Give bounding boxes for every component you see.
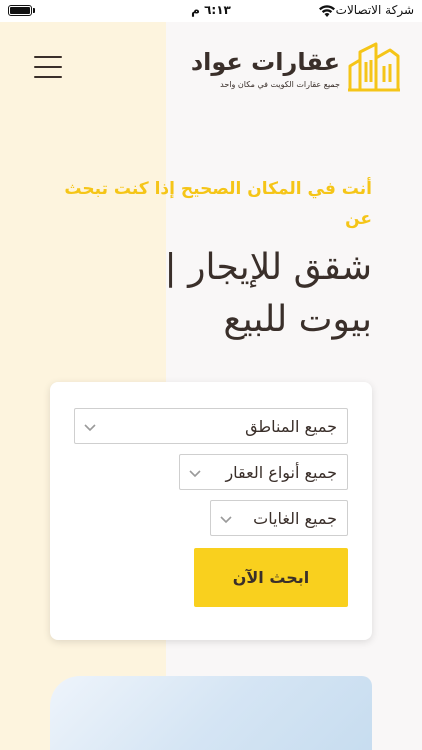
chevron-down-icon [220, 516, 232, 524]
chevron-down-icon [84, 424, 96, 432]
wifi-icon [319, 5, 335, 17]
menu-line-icon [34, 56, 62, 58]
hamburger-menu-button[interactable] [34, 56, 62, 78]
buildings-logo-icon [348, 42, 400, 92]
site-logo[interactable]: عقارات عواد جميع عقارات الكويت في مكان و… [191, 40, 402, 96]
menu-line-icon [34, 76, 62, 78]
type-select-value: جميع أنواع العقار [225, 463, 337, 482]
menu-line-icon [34, 66, 62, 68]
area-select[interactable]: جميع المناطق [74, 408, 348, 444]
carrier-name: شركة الاتصالات [335, 3, 414, 17]
hero-tagline: أنت في المكان الصحيح إذا كنت تبحث عن [64, 179, 372, 229]
purpose-select-value: جميع الغايات [253, 509, 337, 528]
area-select-value: جميع المناطق [245, 417, 337, 436]
search-now-button[interactable]: ابحث الآن [194, 548, 348, 607]
logo-title: عقارات عواد [190, 48, 340, 76]
hero-headline: شقق للإيجار | بيوت للبيع [32, 242, 372, 346]
headline-line-2: بيوت للبيع [223, 299, 372, 340]
logo-subtitle: جميع عقارات الكويت في مكان واحد [220, 80, 340, 89]
property-type-select[interactable]: جميع أنواع العقار [179, 454, 348, 490]
hero-image [50, 676, 372, 750]
chevron-down-icon [189, 470, 201, 478]
search-card: جميع المناطق جميع أنواع العقار جميع الغا… [50, 382, 372, 640]
status-bar: ٦:١٣ م شركة الاتصالات [0, 0, 422, 22]
purpose-select[interactable]: جميع الغايات [210, 500, 348, 536]
headline-line-1: شقق للإيجار | [164, 247, 372, 288]
